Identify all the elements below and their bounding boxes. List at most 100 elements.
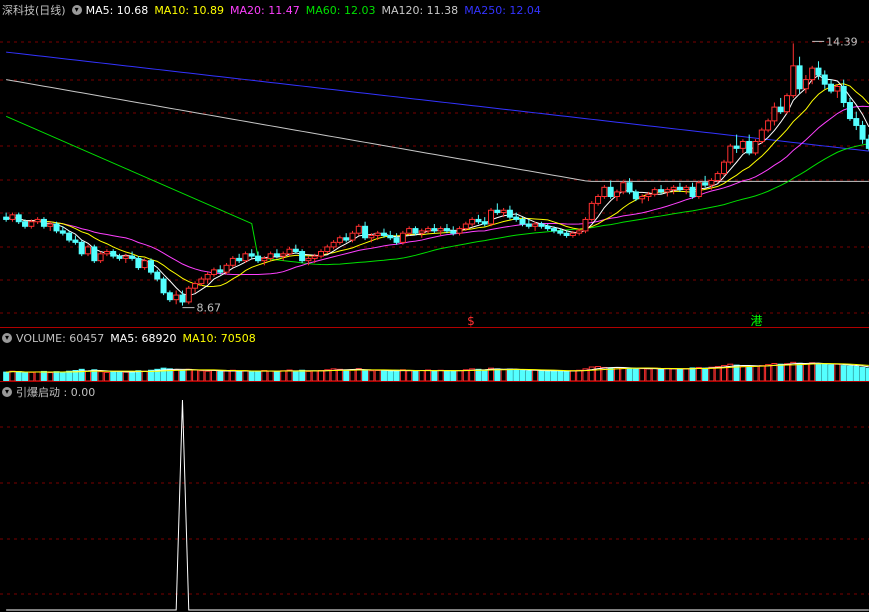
- candle-up: [122, 255, 129, 259]
- price-panel[interactable]: 8.6714.39$港财 深科技(日线) ▾ MA5: 10.68 MA10: …: [0, 0, 869, 327]
- volume-bar: [242, 370, 249, 381]
- volume-bar: [380, 370, 387, 381]
- candle-up: [456, 228, 463, 234]
- ma5-label: MA5: 10.68: [85, 3, 149, 17]
- volume-bar: [299, 369, 306, 381]
- candle-up: [349, 232, 356, 241]
- candle-down: [846, 102, 853, 120]
- candle-down: [733, 145, 740, 149]
- candle-up: [399, 232, 406, 243]
- volume-bar: [179, 370, 186, 381]
- candle-down: [380, 232, 387, 236]
- volume-bar: [387, 370, 394, 381]
- volume-bar: [632, 368, 639, 381]
- candle-down: [412, 228, 419, 234]
- volume-bar: [122, 371, 129, 381]
- volume-bar: [97, 371, 104, 381]
- candle-up: [374, 232, 381, 236]
- volume-bar: [481, 369, 488, 381]
- candle-up: [790, 65, 797, 97]
- candle-down: [525, 223, 532, 227]
- volume-bar: [658, 368, 665, 381]
- candle-up: [708, 179, 715, 186]
- candle-down: [840, 85, 847, 104]
- candle-down: [59, 230, 66, 234]
- volume-bar: [607, 367, 614, 381]
- candle-up: [192, 283, 199, 289]
- volume-bar: [664, 367, 671, 381]
- candle-down: [506, 209, 513, 218]
- candle-down: [255, 255, 262, 262]
- volume-bar: [22, 372, 29, 381]
- candle-down: [116, 255, 123, 259]
- volume-bar: [538, 370, 545, 381]
- candle-up: [670, 186, 677, 191]
- candle-up: [34, 218, 41, 223]
- candle-up: [204, 273, 211, 280]
- volume-bar: [147, 369, 154, 381]
- volume-bar: [758, 365, 765, 381]
- candle-up: [418, 230, 425, 234]
- candle-up: [267, 253, 274, 259]
- candle-down: [557, 230, 564, 234]
- candle-up: [355, 225, 362, 234]
- candle-down: [746, 140, 753, 154]
- event-mark: 港: [751, 314, 763, 327]
- candle-up: [223, 264, 230, 273]
- volume-bar: [828, 364, 835, 381]
- volume-bar: [236, 370, 243, 381]
- ma60-label: MA60: 12.03: [305, 3, 376, 17]
- volume-bar: [47, 372, 54, 381]
- volume-bar: [255, 370, 262, 381]
- candle-up: [695, 182, 702, 198]
- volume-bar: [40, 370, 47, 381]
- candle-up: [645, 193, 652, 198]
- candle-down: [91, 246, 98, 262]
- candle-up: [488, 209, 495, 225]
- candle-down: [15, 214, 22, 223]
- candle-down: [550, 228, 557, 232]
- volume-bar: [393, 369, 400, 381]
- candle-up: [97, 253, 104, 262]
- candle-up: [368, 234, 375, 239]
- volume-bar: [406, 370, 413, 381]
- candle-up: [620, 182, 627, 193]
- chevron-down-icon[interactable]: ▾: [2, 333, 12, 343]
- ma10-label: MA10: 10.89: [154, 3, 225, 17]
- volume-bar: [217, 371, 224, 381]
- candle-up: [318, 251, 325, 257]
- candle-down: [299, 251, 306, 262]
- volume-bar: [59, 371, 66, 381]
- candle-down: [343, 237, 350, 241]
- candle-up: [336, 237, 343, 243]
- volume-bar: [261, 370, 268, 381]
- vol-ma10-label: MA10: 70508: [182, 331, 256, 345]
- candle-down: [387, 234, 394, 239]
- chevron-down-icon[interactable]: ▾: [2, 387, 12, 397]
- candle-up: [576, 230, 583, 234]
- volume-bar: [500, 369, 507, 381]
- volume-bar: [204, 370, 211, 381]
- price-chart[interactable]: 8.6714.39$港财: [0, 0, 869, 327]
- candle-up: [462, 223, 469, 230]
- candle-up: [727, 145, 734, 163]
- volume-panel[interactable]: ▾ VOLUME: 60457 MA5: 68920 MA10: 70508: [0, 328, 869, 381]
- volume-bar: [450, 370, 457, 381]
- candle-up: [141, 260, 148, 269]
- candle-down: [815, 67, 822, 76]
- candle-up: [664, 189, 671, 193]
- candle-down: [519, 218, 526, 225]
- volume-bar: [853, 366, 860, 381]
- indicator-chart[interactable]: [0, 382, 869, 612]
- candle-down: [626, 182, 633, 193]
- candle-up: [229, 257, 236, 266]
- candle-up: [198, 278, 205, 285]
- volume-bar: [374, 370, 381, 381]
- indicator-panel[interactable]: ▾ 引爆启动 : 0.00: [0, 382, 869, 612]
- chevron-down-icon[interactable]: ▾: [71, 5, 82, 15]
- volume-bar: [229, 369, 236, 381]
- volume-bar: [550, 370, 557, 381]
- candle-up: [765, 120, 772, 131]
- candle-up: [714, 173, 721, 181]
- candle-down: [450, 230, 457, 234]
